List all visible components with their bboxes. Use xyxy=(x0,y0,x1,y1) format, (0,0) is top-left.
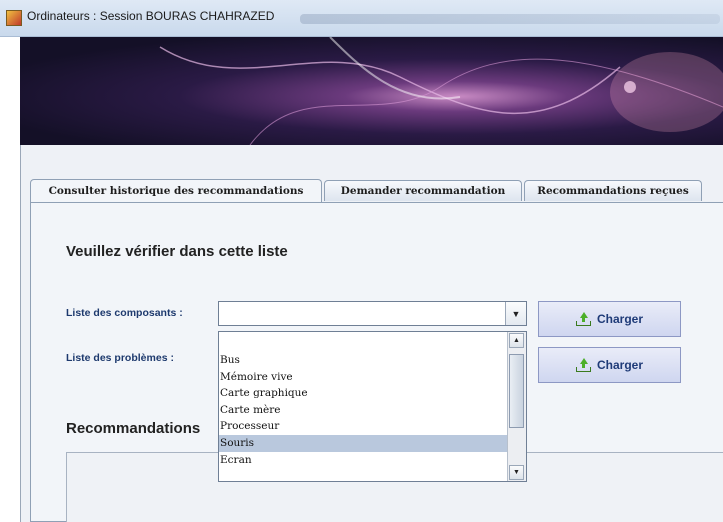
components-label: Liste des composants : xyxy=(66,307,183,319)
dropdown-scrollbar[interactable]: ▲ ▼ xyxy=(507,332,526,481)
scroll-down-icon[interactable]: ▼ xyxy=(509,465,524,480)
java-app-icon xyxy=(6,10,22,26)
tab-demander[interactable]: Demander recommandation xyxy=(324,180,522,201)
header-banner-image xyxy=(20,37,723,145)
components-combobox[interactable]: ▼ xyxy=(218,301,527,326)
dropdown-options: Bus Mémoire vive Carte graphique Carte m… xyxy=(219,352,508,468)
load-components-button[interactable]: Charger xyxy=(538,301,681,337)
window-title: Ordinateurs : Session BOURAS CHAHRAZED xyxy=(27,9,275,23)
banner-light-streaks xyxy=(159,37,723,145)
dropdown-option-selected[interactable]: Souris xyxy=(219,434,508,452)
components-dropdown-list[interactable]: Bus Mémoire vive Carte graphique Carte m… xyxy=(218,331,527,482)
dropdown-option[interactable]: Carte graphique xyxy=(219,385,508,402)
load-problems-button[interactable]: Charger xyxy=(538,347,681,383)
titlebar-blurred-area xyxy=(300,14,720,24)
chevron-down-icon[interactable]: ▼ xyxy=(505,302,526,325)
problems-label: Liste des problèmes : xyxy=(66,352,174,364)
recommendations-title: Recommandations xyxy=(66,420,201,437)
dropdown-option[interactable]: Mémoire vive xyxy=(219,369,508,386)
dropdown-option[interactable]: Ecran xyxy=(219,452,508,469)
upload-icon xyxy=(575,312,591,326)
scrollbar-thumb[interactable] xyxy=(509,354,524,428)
dropdown-option[interactable]: Carte mère xyxy=(219,402,508,419)
window-titlebar: Ordinateurs : Session BOURAS CHAHRAZED xyxy=(0,0,723,37)
upload-icon xyxy=(575,358,591,372)
load-problems-label: Charger xyxy=(596,358,643,372)
tab-recues[interactable]: Recommandations reçues xyxy=(524,180,702,201)
scroll-up-icon[interactable]: ▲ xyxy=(509,333,524,348)
dropdown-option[interactable]: Bus xyxy=(219,352,508,369)
panel-heading: Veuillez vérifier dans cette liste xyxy=(66,243,288,260)
dropdown-option[interactable]: Processeur xyxy=(219,418,508,435)
tab-historique[interactable]: Consulter historique des recommandations xyxy=(30,179,322,202)
load-components-label: Charger xyxy=(596,312,643,326)
